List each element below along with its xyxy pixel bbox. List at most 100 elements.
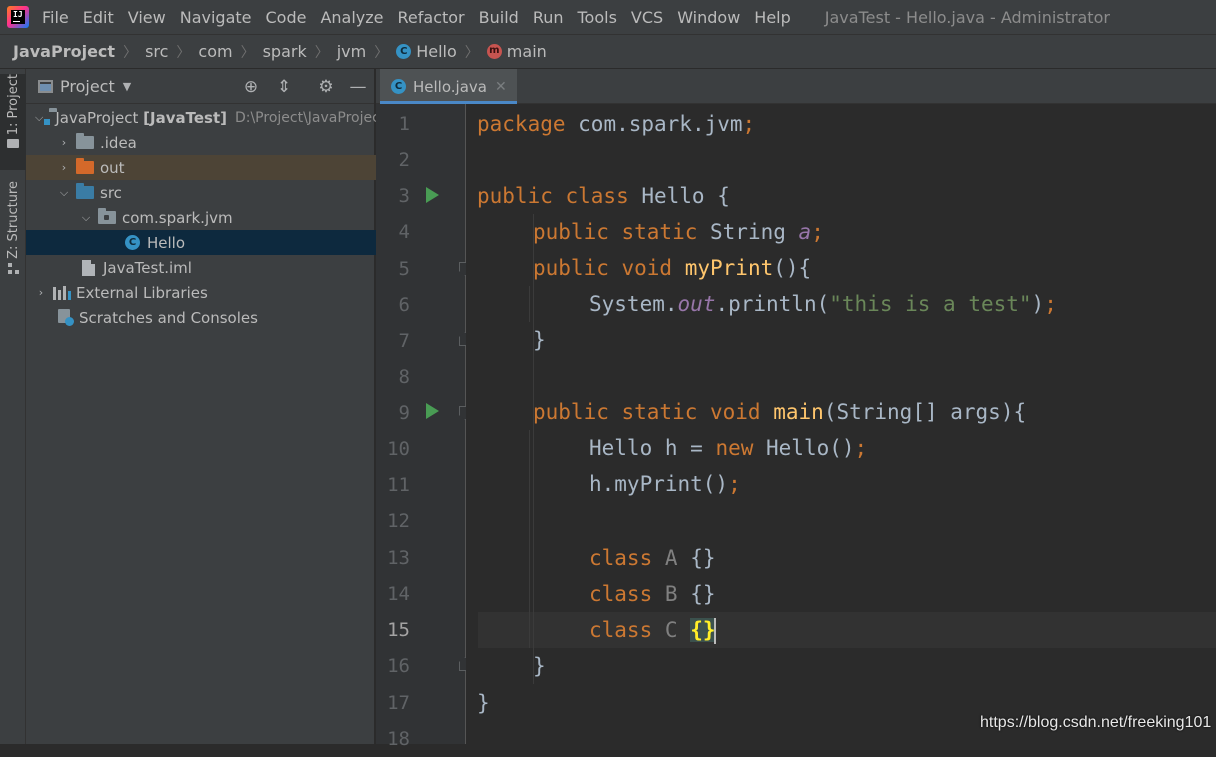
breadcrumb-project[interactable]: JavaProject [13,42,115,61]
left-tool-strip: 1: Project Z: Structure [0,69,26,744]
folder-icon [7,139,19,149]
code-keyword: public void [533,256,673,280]
menu-navigate[interactable]: Navigate [173,8,259,27]
code-line-5: public void myPrint(){ [533,250,811,286]
chevron-right-icon[interactable]: › [58,161,70,174]
tree-item-external-libraries[interactable]: › External Libraries [26,280,383,305]
menu-window[interactable]: Window [670,8,747,27]
code-text: } [533,328,546,352]
code-keyword: public class [477,184,629,208]
breadcrumb-src[interactable]: src [145,42,168,61]
tree-label: out [100,158,125,177]
code-line-7: } [533,322,546,358]
indent-guide [529,430,530,648]
code-text: (){ [773,256,812,280]
chevron-right-icon: 〉 [176,44,191,61]
intellij-logo-icon[interactable]: IJ [7,6,29,28]
breadcrumb-com[interactable]: com [198,42,232,61]
run-class-icon[interactable] [426,187,439,203]
code-keyword: class [589,546,653,570]
locate-target-icon[interactable]: ⊕ [241,77,261,97]
breadcrumb-jvm[interactable]: jvm [337,42,367,61]
tree-item-idea[interactable]: › .idea [26,130,406,155]
tool-tab-structure[interactable]: Z: Structure [0,181,26,281]
chevron-down-icon[interactable]: ▼ [123,80,131,93]
menu-vcs[interactable]: VCS [624,8,670,27]
tree-item-src[interactable]: ⌵ src [26,180,406,205]
text-caret [714,618,717,644]
line-number: 8 [398,366,410,388]
menu-build[interactable]: Build [472,8,526,27]
line-number: 11 [387,474,410,496]
line-number: 16 [387,655,410,677]
class-icon [125,235,140,250]
menu-run[interactable]: Run [526,8,571,27]
menu-tools[interactable]: Tools [571,8,624,27]
chevron-right-icon[interactable]: › [35,286,47,299]
method-icon [486,44,502,59]
tree-item-javaproject[interactable]: ⌵ JavaProject [JavaTest] D:\Project\Java… [26,105,383,130]
collapse-all-icon[interactable]: ⇕ [274,77,294,97]
project-panel: Project ▼ ⊕ ⇕ ⚙ — ⌵ JavaProject [JavaTes… [26,69,473,744]
close-icon[interactable]: ✕ [495,79,507,95]
code-text: Hello h = [589,436,716,460]
tree-item-out[interactable]: › out [26,155,406,180]
tree-label-module: [JavaTest] [143,108,227,127]
breadcrumb-hello[interactable]: Hello [396,42,457,61]
menu-help[interactable]: Help [747,8,797,27]
code-text: } [533,654,546,678]
code-semicolon: ; [854,436,868,460]
line-number: 6 [398,294,410,316]
line-number: 9 [398,402,410,424]
code-string: "this is a test" [829,292,1032,316]
line-number: 4 [398,221,410,243]
matched-braces: {} [690,618,716,642]
line-number: 14 [387,583,410,605]
project-panel-title[interactable]: Project [60,77,115,96]
tree-path: D:\Project\JavaProject [234,109,383,126]
breadcrumb-main-label: main [506,42,547,61]
menu-analyze[interactable]: Analyze [313,8,390,27]
folder-icon [76,133,94,149]
hide-panel-icon[interactable]: — [348,77,368,97]
breadcrumb-spark[interactable]: spark [263,42,307,61]
tree-label: JavaProject [55,108,139,127]
menu-refactor[interactable]: Refactor [391,8,472,27]
code-keyword: class [589,582,653,606]
editor-gutter: 1 2 3 4 5 6 7 8 9 10 11 12 13 14 15 16 1… [376,104,472,750]
code-semicolon: ; [742,112,756,136]
code-text: (String[] args){ [823,400,1027,424]
tool-tab-project[interactable]: 1: Project [0,74,26,170]
line-number: 18 [387,728,410,750]
tree-item-package[interactable]: ⌵ com.spark.jvm [26,205,428,230]
tree-item-scratches[interactable]: Scratches and Consoles [26,305,405,330]
chevron-down-icon[interactable]: ⌵ [80,211,92,225]
menu-file[interactable]: File [35,8,76,27]
chevron-down-icon[interactable]: ⌵ [35,111,43,125]
run-main-icon[interactable] [426,403,439,419]
code-text: {} [690,546,716,570]
menu-edit[interactable]: Edit [76,8,121,27]
menu-view[interactable]: View [121,8,173,27]
tree-item-iml[interactable]: JavaTest.iml [26,255,427,280]
line-number: 7 [398,330,410,352]
package-icon [98,208,116,224]
class-icon [391,79,406,94]
menu-code[interactable]: Code [259,8,314,27]
tree-label: JavaTest.iml [103,258,192,277]
tab-label: Hello.java [413,77,487,96]
breadcrumb-hello-label: Hello [416,42,457,61]
gear-icon[interactable]: ⚙ [316,77,336,97]
code-editor[interactable]: package com.spark.jvm; public class Hell… [466,104,1216,744]
chevron-right-icon[interactable]: › [58,136,70,149]
breadcrumb-main[interactable]: main [486,42,547,61]
code-keyword: package [477,112,566,136]
chevron-down-icon[interactable]: ⌵ [58,186,70,200]
logo-text: IJ [11,10,25,24]
project-view-icon [38,79,53,93]
chevron-right-icon: 〉 [374,44,389,61]
tab-hello-java[interactable]: Hello.java ✕ [380,69,517,104]
excluded-folder-icon [76,158,94,174]
editor-tab-bar: Hello.java ✕ [376,69,1216,104]
code-text: .println( [715,292,830,316]
